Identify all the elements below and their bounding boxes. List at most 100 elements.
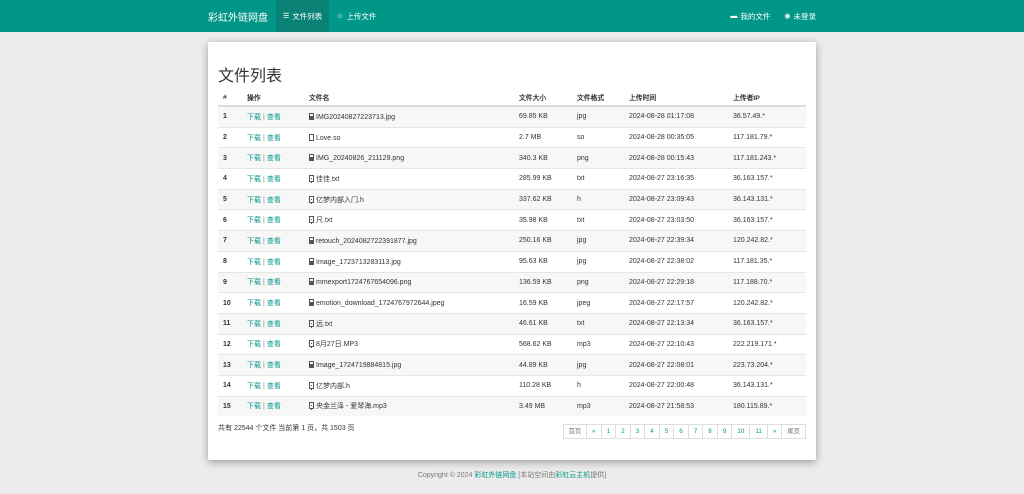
- upload-time: 2024-08-27 23:09:43: [624, 188, 728, 210]
- upload-time: 2024-08-27 22:17:57: [624, 292, 728, 314]
- row-index: 9: [218, 271, 242, 293]
- upload-time: 2024-08-28 01:17:08: [624, 105, 728, 128]
- download-link[interactable]: 下载: [247, 321, 261, 328]
- view-link[interactable]: 查看: [267, 341, 281, 348]
- page-link[interactable]: »: [766, 424, 783, 439]
- download-link[interactable]: 下载: [247, 259, 261, 266]
- row-actions: 下载 | 查看: [242, 354, 304, 376]
- row-actions: 下载 | 查看: [242, 333, 304, 355]
- upload-time: 2024-08-27 22:00:48: [624, 374, 728, 397]
- download-link[interactable]: 下载: [247, 135, 261, 142]
- text-file-icon: [309, 174, 314, 183]
- download-link[interactable]: 下载: [247, 403, 261, 410]
- view-link[interactable]: 查看: [267, 114, 281, 121]
- file-name: IMG20240827223713.jpg: [316, 113, 396, 121]
- uploader-ip: 180.115.89.*: [728, 395, 806, 417]
- page-link[interactable]: 7: [687, 424, 704, 439]
- footer-host-link[interactable]: 彩虹云主机: [555, 472, 590, 479]
- nav-login[interactable]: ◉ 未登录: [770, 0, 816, 32]
- page-link[interactable]: 8: [702, 424, 718, 439]
- text-file-icon: [309, 216, 314, 225]
- uploader-ip: 223.73.204.*: [728, 354, 806, 376]
- page-link[interactable]: 10: [731, 424, 751, 439]
- table-row: 12 下载 | 查看 8月27日.MP3 568.62 KB mp3 2024-08-27 2…: [218, 333, 806, 355]
- file-name-cell: IMG_20240826_211129.png: [304, 147, 514, 169]
- file-size: 568.62 KB: [514, 333, 572, 355]
- download-link[interactable]: 下载: [247, 362, 261, 369]
- nav-upload[interactable]: ☺ 上传文件: [329, 0, 383, 32]
- action-separator: |: [263, 134, 265, 142]
- footer-site-link[interactable]: 彩虹外链网盘: [474, 472, 516, 479]
- file-format: mp3: [572, 395, 624, 417]
- uploader-ip: 117.181.35.*: [728, 250, 806, 272]
- row-index: 14: [218, 374, 242, 397]
- download-link[interactable]: 下载: [247, 114, 261, 121]
- page-link[interactable]: 5: [658, 424, 675, 439]
- row-actions: 下载 | 查看: [242, 292, 304, 314]
- audio-file-icon: [309, 340, 314, 349]
- page-link[interactable]: 1: [600, 424, 617, 439]
- view-link[interactable]: 查看: [267, 217, 281, 224]
- file-table: # 操作 文件名 文件大小 文件格式 上传时间 上传者IP 1 下载 | 查看 IMG2…: [218, 89, 806, 417]
- file-name-cell: mmexport1724767654096.png: [304, 271, 514, 293]
- view-link[interactable]: 查看: [267, 279, 281, 286]
- page-link[interactable]: 尾页: [781, 424, 806, 439]
- file-name-cell: 央金兰泽 - 爱琴海.mp3: [304, 395, 514, 417]
- file-size: 3.49 MB: [514, 395, 572, 417]
- action-separator: |: [263, 196, 265, 204]
- footer-suffix: 提供]: [590, 472, 607, 479]
- view-link[interactable]: 查看: [267, 197, 281, 204]
- upload-time: 2024-08-27 22:08:01: [624, 354, 728, 376]
- download-link[interactable]: 下载: [247, 341, 261, 348]
- download-link[interactable]: 下载: [247, 383, 261, 390]
- view-link[interactable]: 查看: [267, 321, 281, 328]
- download-link[interactable]: 下载: [247, 176, 261, 183]
- page-title: 文件列表: [218, 68, 283, 85]
- page-link[interactable]: 9: [716, 424, 733, 439]
- view-link[interactable]: 查看: [267, 259, 281, 266]
- file-format: jpeg: [572, 292, 624, 314]
- upload-time: 2024-08-27 22:29:18: [624, 271, 728, 293]
- col-uploader-ip: 上传者IP: [728, 89, 806, 107]
- view-link[interactable]: 查看: [267, 403, 281, 410]
- download-link[interactable]: 下载: [247, 300, 261, 307]
- view-link[interactable]: 查看: [267, 383, 281, 390]
- uploader-ip: 36.57.49.*: [728, 105, 806, 128]
- row-actions: 下载 | 查看: [242, 126, 304, 148]
- download-link[interactable]: 下载: [247, 155, 261, 162]
- row-index: 12: [218, 333, 242, 355]
- image-file-icon: [309, 299, 314, 307]
- table-row: 1 下载 | 查看 IMG20240827223713.jpg 69.85 KB jpg 20…: [218, 105, 806, 128]
- file-size: 110.28 KB: [514, 374, 572, 397]
- col-size: 文件大小: [514, 89, 572, 107]
- view-link[interactable]: 查看: [267, 362, 281, 369]
- nav-my-files[interactable]: ▬ 我的文件: [716, 0, 770, 32]
- page-link[interactable]: 2: [615, 424, 631, 439]
- page-link[interactable]: 6: [673, 424, 689, 439]
- uploader-ip: 120.242.82.*: [728, 292, 806, 314]
- row-actions: 下载 | 查看: [242, 230, 304, 252]
- page-link[interactable]: 首页: [562, 424, 588, 439]
- download-link[interactable]: 下载: [247, 279, 261, 286]
- file-name-cell: IMG20240827223713.jpg: [304, 105, 514, 128]
- user-circle-icon: ◉: [784, 13, 791, 20]
- nav-file-list[interactable]: ☰ 文件列表: [276, 0, 330, 32]
- site-brand[interactable]: 彩虹外链网盘: [208, 9, 268, 24]
- page-link[interactable]: 4: [644, 424, 660, 439]
- page-link[interactable]: «: [586, 424, 602, 439]
- file-name: 尺.txt: [316, 217, 333, 225]
- file-icon: [309, 133, 314, 141]
- download-link[interactable]: 下载: [247, 197, 261, 204]
- view-link[interactable]: 查看: [267, 300, 281, 307]
- view-link[interactable]: 查看: [267, 176, 281, 183]
- view-link[interactable]: 查看: [267, 155, 281, 162]
- file-name: IMG_20240826_211129.png: [316, 155, 405, 163]
- file-size: 46.61 KB: [514, 312, 572, 335]
- download-link[interactable]: 下载: [247, 238, 261, 245]
- table-row: 6 下载 | 查看 尺.txt 35.98 KB txt 2024-08-27 23:03:5…: [218, 209, 806, 231]
- download-link[interactable]: 下载: [247, 217, 261, 224]
- view-link[interactable]: 查看: [267, 135, 281, 142]
- page-link[interactable]: 11: [749, 424, 768, 439]
- page-link[interactable]: 3: [629, 424, 646, 439]
- view-link[interactable]: 查看: [267, 238, 281, 245]
